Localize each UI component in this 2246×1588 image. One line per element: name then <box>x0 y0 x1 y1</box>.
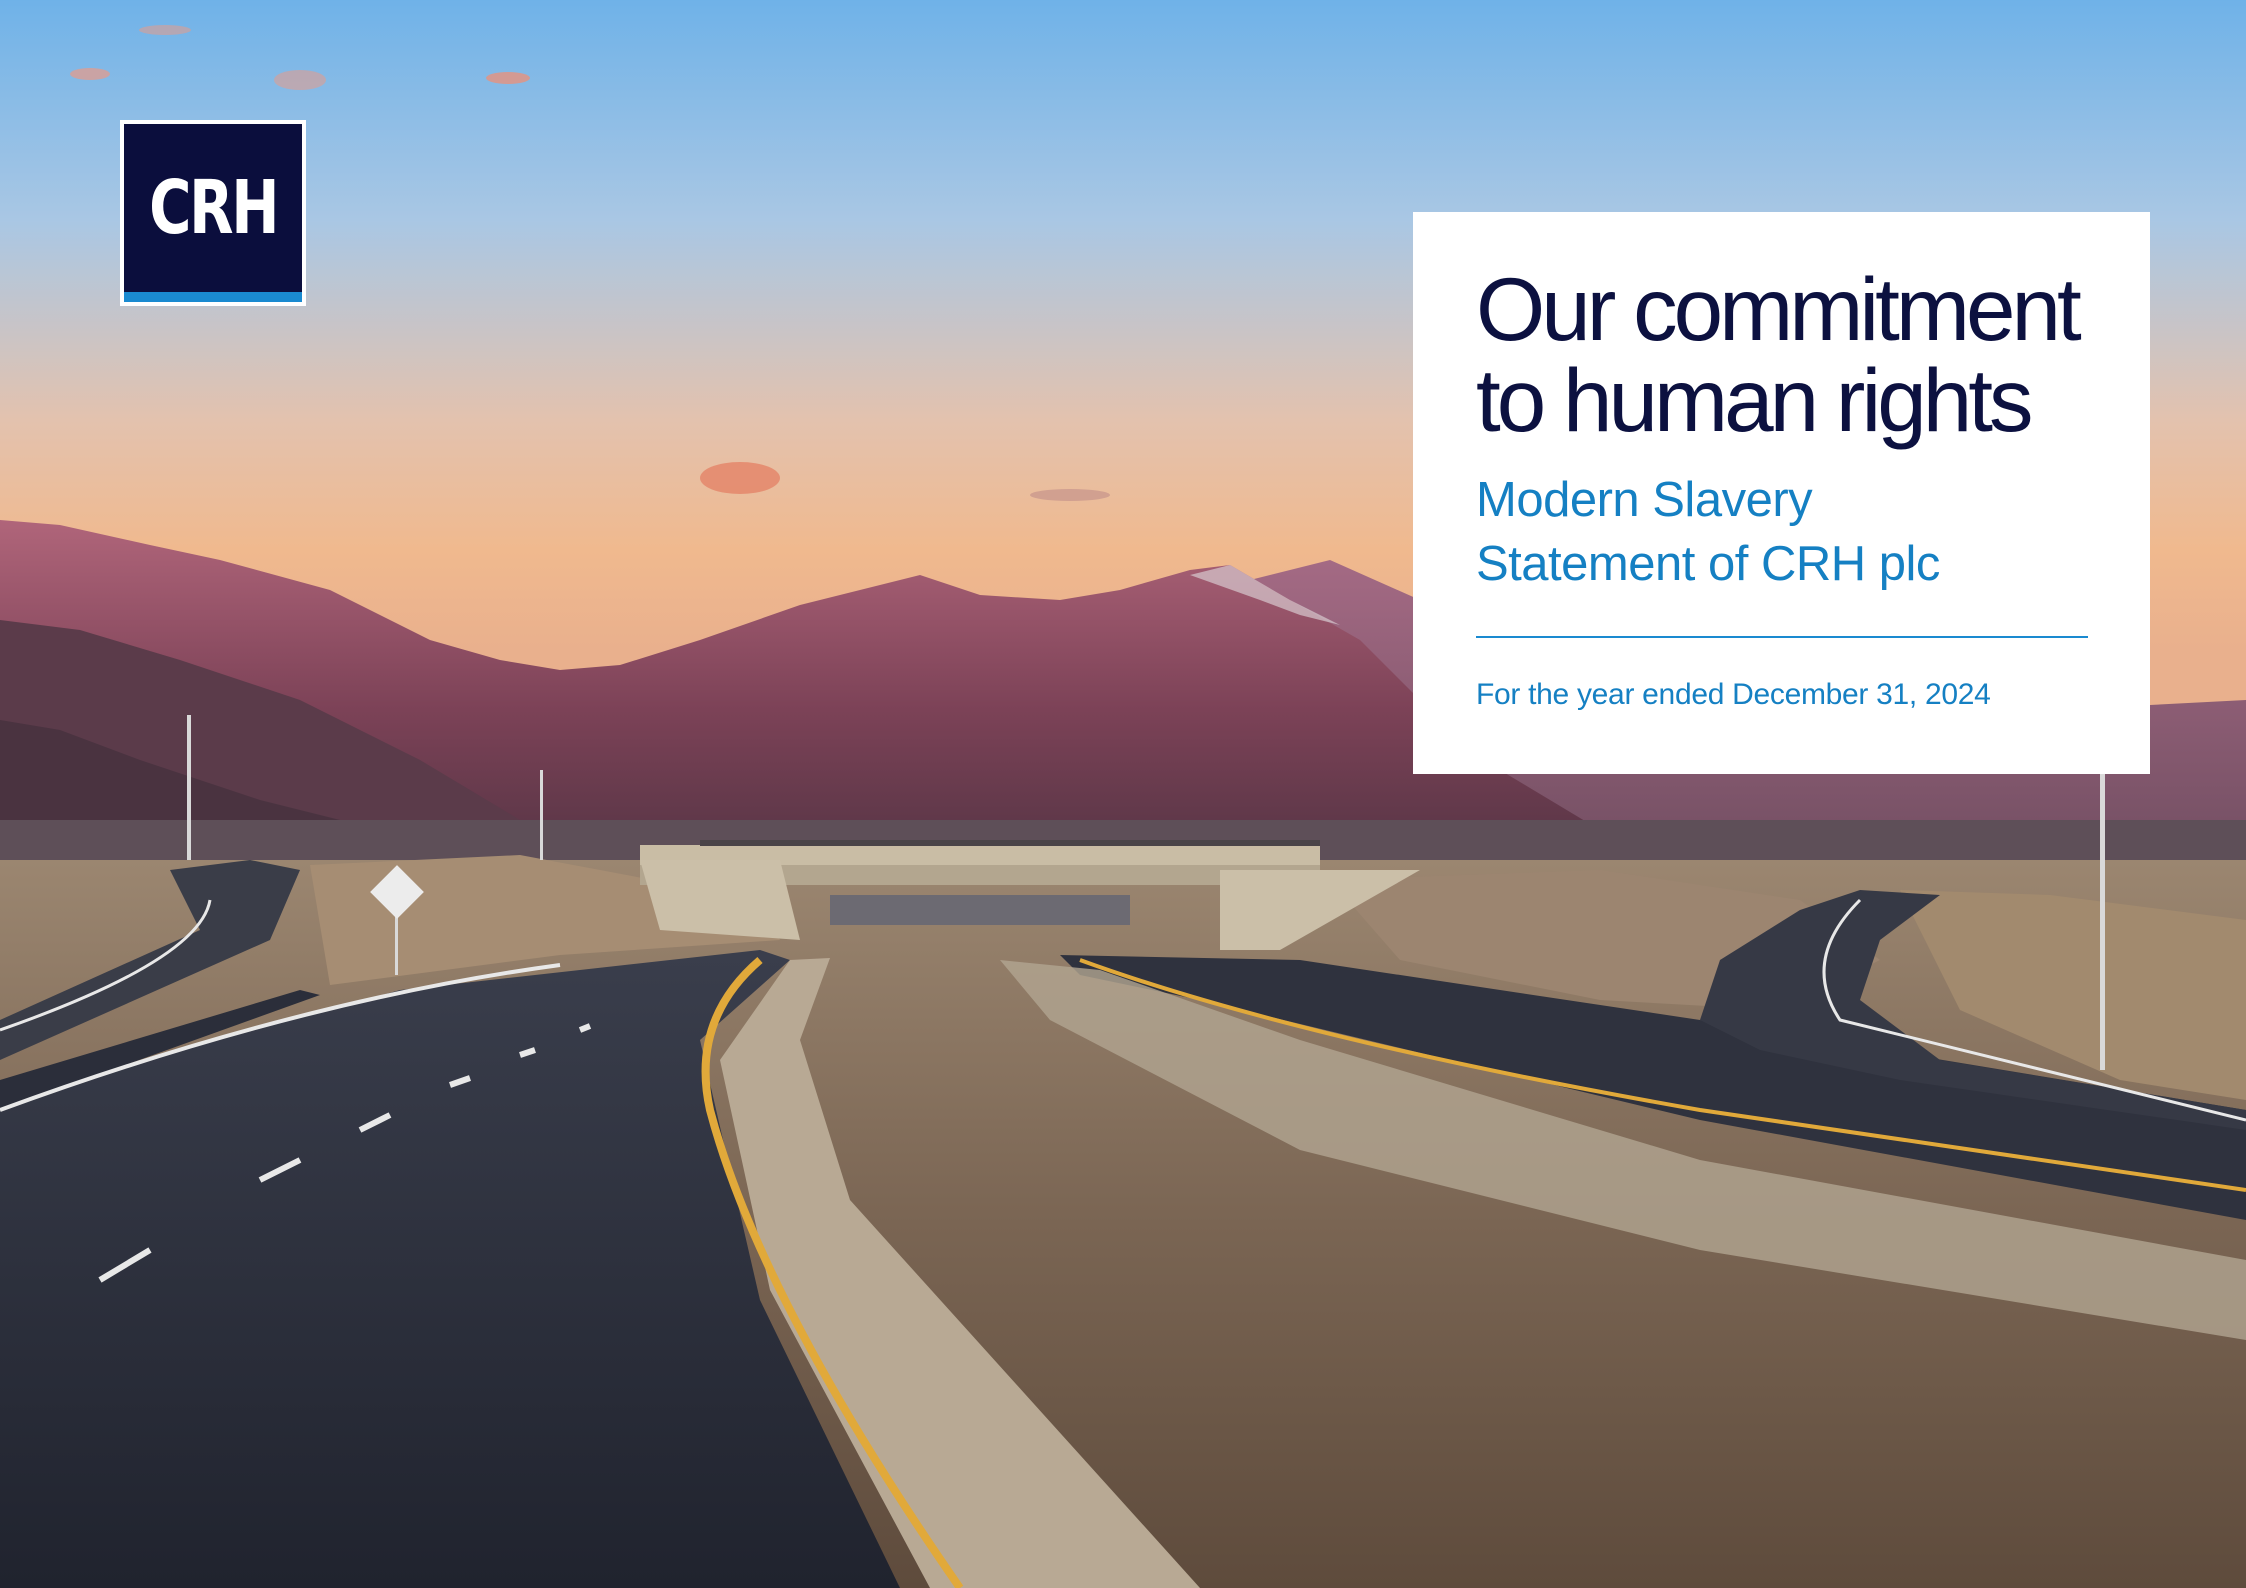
cover-subtitle: Modern Slavery Statement of CRH plc <box>1476 468 2088 596</box>
reporting-period: For the year ended December 31, 2024 <box>1476 678 1991 711</box>
cover-title-line-1: Our commitment <box>1476 259 2082 359</box>
cover-subtitle-line-2: Statement of CRH plc <box>1476 537 1940 591</box>
crh-logo-text: CRH <box>148 165 279 251</box>
cover-title-line-2: to human rights <box>1476 350 2033 450</box>
card-divider <box>1476 636 2088 638</box>
crh-logo-accent-bar <box>124 292 302 302</box>
crh-logo: CRH <box>120 120 306 306</box>
title-card: Our commitment to human rights Modern Sl… <box>1413 212 2150 774</box>
cover-title: Our commitment to human rights <box>1476 264 2088 446</box>
cover-subtitle-line-1: Modern Slavery <box>1476 473 1813 527</box>
crh-logo-mark: CRH <box>124 124 302 302</box>
